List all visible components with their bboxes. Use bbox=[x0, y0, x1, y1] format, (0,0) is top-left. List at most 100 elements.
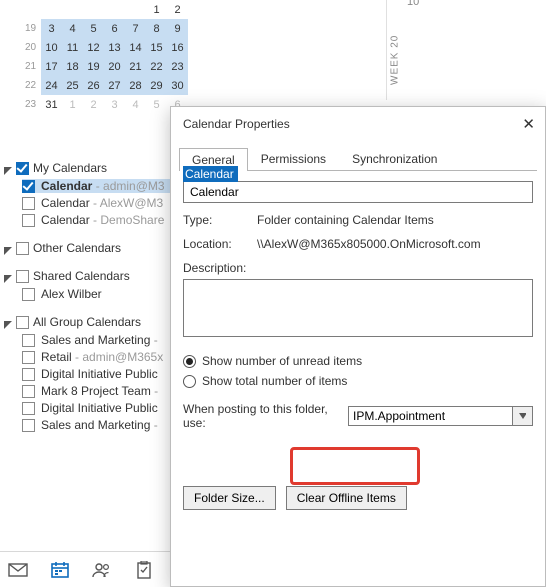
calendar-item[interactable]: Digital Initiative Public bbox=[22, 401, 170, 415]
checkbox[interactable] bbox=[22, 351, 35, 364]
calendar-day[interactable]: 17 bbox=[41, 57, 62, 76]
calendar-day[interactable]: 13 bbox=[104, 38, 125, 57]
calendar-day[interactable]: 4 bbox=[125, 95, 146, 114]
calendar-day[interactable] bbox=[104, 0, 125, 19]
calendar-day[interactable]: 10 bbox=[41, 38, 62, 57]
folder-name-input[interactable] bbox=[183, 181, 533, 203]
calendar-sub: - bbox=[151, 384, 158, 398]
group-checkbox[interactable] bbox=[16, 162, 29, 175]
chevron-down-icon bbox=[4, 318, 12, 326]
calendar-day[interactable] bbox=[83, 0, 104, 19]
calendar-day[interactable]: 24 bbox=[41, 76, 62, 95]
calendar-day[interactable]: 12 bbox=[83, 38, 104, 57]
calendar-day[interactable]: 29 bbox=[146, 76, 167, 95]
location-label: Location: bbox=[183, 237, 257, 251]
mini-calendar[interactable]: 1219345678920101112131415162117181920212… bbox=[20, 0, 188, 114]
location-value: \\AlexW@M365x805000.OnMicrosoft.com bbox=[257, 237, 481, 251]
checkbox[interactable] bbox=[22, 334, 35, 347]
folder-size-button[interactable]: Folder Size... bbox=[183, 486, 276, 510]
calendar-day[interactable]: 2 bbox=[167, 0, 188, 19]
people-icon[interactable] bbox=[92, 561, 112, 579]
calendar-day[interactable]: 25 bbox=[62, 76, 83, 95]
dialog-title: Calendar Properties bbox=[183, 117, 290, 131]
checkbox[interactable] bbox=[22, 214, 35, 227]
calendar-day[interactable]: 19 bbox=[83, 57, 104, 76]
calendar-sub: - AlexW@M3 bbox=[90, 196, 164, 210]
calendar-day[interactable]: 5 bbox=[83, 19, 104, 38]
tasks-icon[interactable] bbox=[134, 561, 154, 579]
calendar-day[interactable] bbox=[41, 0, 62, 19]
calendar-day[interactable]: 16 bbox=[167, 38, 188, 57]
calendar-sub: - bbox=[150, 418, 157, 432]
chevron-down-icon bbox=[4, 272, 12, 280]
calendar-day[interactable]: 6 bbox=[104, 19, 125, 38]
calendar-day[interactable]: 4 bbox=[62, 19, 83, 38]
calendar-icon[interactable] bbox=[50, 561, 70, 579]
chevron-down-icon[interactable] bbox=[513, 406, 533, 426]
calendar-day[interactable]: 15 bbox=[146, 38, 167, 57]
calendar-day[interactable]: 27 bbox=[104, 76, 125, 95]
calendar-item[interactable]: Sales and Marketing - bbox=[22, 418, 170, 432]
calendar-day[interactable]: 3 bbox=[41, 19, 62, 38]
calendar-item[interactable]: Calendar - AlexW@M3 bbox=[22, 196, 170, 210]
calendar-day[interactable]: 23 bbox=[167, 57, 188, 76]
calendar-item[interactable]: Retail - admin@M365x bbox=[22, 350, 170, 364]
calendar-item[interactable]: Digital Initiative Public bbox=[22, 367, 170, 381]
calendar-sub: - admin@M3 bbox=[92, 179, 164, 193]
radio-unread[interactable] bbox=[183, 355, 196, 368]
calendar-day[interactable]: 30 bbox=[167, 76, 188, 95]
calendar-item[interactable]: Sales and Marketing - bbox=[22, 333, 170, 347]
group-shared-calendars[interactable]: Shared Calendars bbox=[4, 269, 170, 283]
calendar-day[interactable]: 8 bbox=[146, 19, 167, 38]
description-input[interactable] bbox=[183, 279, 533, 337]
calendar-day[interactable]: 21 bbox=[125, 57, 146, 76]
checkbox[interactable] bbox=[22, 402, 35, 415]
checkbox[interactable] bbox=[22, 288, 35, 301]
clear-offline-button[interactable]: Clear Offline Items bbox=[286, 486, 407, 510]
chevron-down-icon bbox=[4, 244, 12, 252]
calendar-day[interactable] bbox=[62, 0, 83, 19]
calendar-day[interactable]: 2 bbox=[83, 95, 104, 114]
calendar-day[interactable]: 11 bbox=[62, 38, 83, 57]
checkbox[interactable] bbox=[22, 180, 35, 193]
calendar-item[interactable]: Alex Wilber bbox=[22, 287, 170, 301]
tab-synchronization[interactable]: Synchronization bbox=[339, 147, 450, 170]
calendar-day[interactable]: 20 bbox=[104, 57, 125, 76]
calendar-day[interactable]: 1 bbox=[146, 0, 167, 19]
group-all-group-calendars[interactable]: All Group Calendars bbox=[4, 315, 170, 329]
type-value: Folder containing Calendar Items bbox=[257, 213, 434, 227]
group-checkbox[interactable] bbox=[16, 242, 29, 255]
calendar-item[interactable]: Calendar - DemoShare bbox=[22, 213, 170, 227]
calendar-item[interactable]: Mark 8 Project Team - bbox=[22, 384, 170, 398]
checkbox[interactable] bbox=[22, 385, 35, 398]
calendar-day[interactable] bbox=[125, 0, 146, 19]
tab-permissions[interactable]: Permissions bbox=[248, 147, 339, 170]
calendar-day[interactable]: 3 bbox=[104, 95, 125, 114]
calendar-day[interactable]: 26 bbox=[83, 76, 104, 95]
calendar-day[interactable]: 28 bbox=[125, 76, 146, 95]
group-checkbox[interactable] bbox=[16, 270, 29, 283]
calendar-day[interactable]: 5 bbox=[146, 95, 167, 114]
close-icon[interactable]: ✕ bbox=[522, 115, 535, 133]
group-other-calendars[interactable]: Other Calendars bbox=[4, 241, 170, 255]
mail-icon[interactable] bbox=[8, 561, 28, 579]
calendar-day[interactable]: 22 bbox=[146, 57, 167, 76]
calendar-name: Sales and Marketing bbox=[41, 333, 150, 347]
calendar-day[interactable]: 1 bbox=[62, 95, 83, 114]
checkbox[interactable] bbox=[22, 197, 35, 210]
calendar-day[interactable]: 14 bbox=[125, 38, 146, 57]
chevron-down-icon bbox=[4, 164, 12, 172]
group-checkbox[interactable] bbox=[16, 316, 29, 329]
calendar-day[interactable]: 31 bbox=[41, 95, 62, 114]
calendar-day[interactable]: 18 bbox=[62, 57, 83, 76]
calendar-item[interactable]: Calendar - admin@M3 bbox=[22, 179, 170, 193]
posting-combo[interactable] bbox=[348, 406, 533, 426]
calendar-day[interactable]: 7 bbox=[125, 19, 146, 38]
posting-input[interactable] bbox=[348, 406, 513, 426]
radio-total[interactable] bbox=[183, 375, 196, 388]
calendar-day[interactable]: 9 bbox=[167, 19, 188, 38]
checkbox[interactable] bbox=[22, 368, 35, 381]
calendar-name: Mark 8 Project Team bbox=[41, 384, 151, 398]
group-my-calendars[interactable]: My Calendars bbox=[4, 161, 170, 175]
checkbox[interactable] bbox=[22, 419, 35, 432]
